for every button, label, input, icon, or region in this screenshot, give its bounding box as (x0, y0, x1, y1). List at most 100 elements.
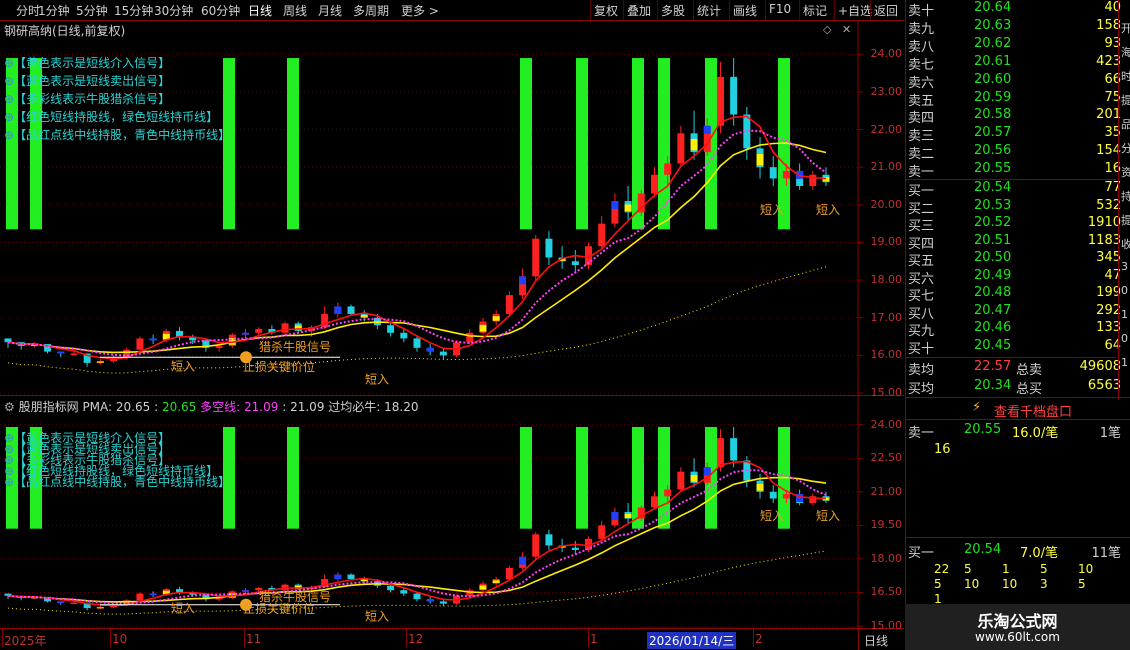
ask-level[interactable]: 卖九 20.63 158 (906, 18, 1130, 37)
top-sell-mark (241, 332, 249, 335)
ask-level[interactable]: 卖二 20.56 154 (906, 143, 1130, 162)
toolbar-action-2[interactable]: 多股 (661, 2, 685, 19)
top-candle (387, 325, 395, 333)
level-price: 20.63 (974, 17, 1012, 33)
period-tab-7[interactable]: 周线 (283, 2, 307, 19)
top-signal-bar (576, 58, 588, 230)
period-tab-9[interactable]: 多周期 (353, 2, 389, 19)
bid-level[interactable]: 买六 20.49 47 (906, 268, 1130, 287)
top-legend-note: ⊕【品红点线中线持股，青色中线持币线】 (4, 128, 231, 142)
indicator-pane[interactable]: ⚙ 股朋指标网 PMA: 20.65 : 20.65 多空线: 21.09 : … (0, 396, 904, 632)
bid-level[interactable]: 买九 20.46 133 (906, 320, 1130, 339)
ask-level[interactable]: 卖五 20.59 75 (906, 90, 1130, 109)
b1-queue-cell: 22 (934, 562, 950, 576)
ask-level[interactable]: 卖四 20.58 201 (906, 107, 1130, 126)
side-text: 1 (1121, 356, 1128, 369)
level-label: 卖六 (908, 75, 935, 91)
bot-signal-bar (576, 426, 588, 529)
ask-level[interactable]: 卖一 20.55 16 (906, 161, 1130, 180)
date-axis-label: 2026/01/14/三 (647, 632, 737, 649)
period-tab-5[interactable]: 60分钟 (201, 2, 240, 19)
ask-level[interactable]: 卖三 20.57 35 (906, 125, 1130, 144)
bid-level[interactable]: 买五 20.50 345 (906, 250, 1130, 269)
side-text: 品 (1121, 118, 1130, 131)
bot-legend-note: ⊕【品红点线中线持股，青色中线持币线】 (4, 475, 231, 489)
toolbar-action-6[interactable]: 标记 (803, 2, 827, 19)
bot-candle (347, 574, 355, 580)
top-legend-note: ⊕【黄色表示是短线介入信号】 (4, 56, 171, 70)
top-candle (769, 167, 777, 179)
ask-level[interactable]: 卖七 20.61 423 (906, 54, 1130, 73)
top-candle (255, 329, 263, 333)
level-label: 买六 (908, 271, 935, 287)
period-tab-0[interactable]: 分时 (16, 2, 40, 19)
top-buy-mark (690, 138, 698, 151)
bot-candle (400, 590, 408, 594)
top-duanru-label: 短入 (760, 203, 784, 217)
bot-stop-label: 止损关键价位 (243, 601, 315, 616)
bot-candle (598, 525, 606, 539)
level-price: 20.59 (974, 89, 1012, 105)
top-candle (545, 238, 553, 258)
level-price: 20.52 (974, 215, 1012, 230)
bot-candle (545, 534, 553, 546)
bid-level[interactable]: 买二 20.53 532 (906, 198, 1130, 217)
bid-level[interactable]: 买十 20.45 64 (906, 338, 1130, 357)
ask-level[interactable]: 卖八 20.62 93 (906, 36, 1130, 55)
level-price: 20.46 (974, 320, 1012, 335)
side-text: 持 (1121, 190, 1130, 203)
period-tab-10[interactable]: 更多 > (401, 2, 439, 19)
b1-queue-cell: 10 (1078, 562, 1094, 576)
bot-signal-bar (287, 426, 299, 529)
toolbar-action-1[interactable]: 叠加 (627, 2, 651, 19)
bot-duanru-label: 短入 (816, 509, 840, 523)
top-axis-tick: 23.00 (870, 84, 903, 98)
bot-sell-mark (519, 556, 527, 565)
level-price: 20.62 (974, 35, 1012, 51)
period-tab-1[interactable]: 1分钟 (38, 2, 70, 19)
bot-candle (70, 602, 78, 605)
side-text: 时 (1121, 70, 1130, 83)
bid-level[interactable]: 买三 20.52 1910 (906, 215, 1130, 234)
period-tab-6[interactable]: 日线 (248, 2, 272, 19)
period-tab-8[interactable]: 月线 (318, 2, 342, 19)
period-indicator[interactable]: 日线 (864, 632, 888, 649)
order-book: 卖十 20.64 40 卖九 20.63 158 卖八 20.62 93 卖七 20.61 423 卖六… (905, 0, 1130, 650)
top-signal-bar (520, 58, 532, 230)
bot-sell-mark (57, 601, 65, 603)
bot-axis-tick: 22.50 (870, 451, 903, 465)
ask-level[interactable]: 卖十 20.64 40 (906, 0, 1130, 19)
toolbar-action-4[interactable]: 画线 (733, 2, 757, 19)
bot-candle (716, 438, 724, 468)
date-axis-label: 10 (112, 632, 128, 646)
period-tab-4[interactable]: 30分钟 (154, 2, 193, 19)
date-axis-label: 12 (408, 632, 424, 646)
bot-duanru-label: 短入 (171, 602, 195, 616)
watermark-logo: 乐淘公式网 www.60lt.com (905, 604, 1130, 650)
toolbar-action-7[interactable]: +自选 (838, 2, 872, 19)
toolbar-action-5[interactable]: F10 (769, 2, 791, 16)
bot-candle (664, 489, 672, 497)
bot-candle (571, 547, 579, 550)
level-price: 20.58 (974, 107, 1012, 123)
depth-button[interactable]: 查看千档盘口 (994, 401, 1072, 420)
toolbar-action-3[interactable]: 统计 (697, 2, 721, 19)
main-chart-pane[interactable]: 钢研高纳(日线,前复权) ◇ ✕ 短入 短入 短入 短入 猎杀牛股信号 止损关键价位 ⊕【… (0, 21, 904, 399)
bid-level[interactable]: 买四 20.51 1183 (906, 233, 1130, 252)
bot-sell-mark (426, 599, 434, 602)
level-price: 20.61 (974, 53, 1012, 69)
top-red-line (7, 115, 827, 360)
bid-level[interactable]: 买八 20.47 292 (906, 303, 1130, 322)
ask-level[interactable]: 卖六 20.60 66 (906, 72, 1130, 91)
bid-level[interactable]: 买七 20.48 199 (906, 285, 1130, 304)
toolbar-action-0[interactable]: 复权 (594, 2, 618, 19)
period-tab-2[interactable]: 5分钟 (76, 2, 108, 19)
top-buy-mark (624, 204, 632, 212)
b1-queue-cell: 3 (1040, 577, 1048, 591)
bid-level[interactable]: 买一 20.54 77 (906, 180, 1130, 199)
level-label: 卖三 (908, 129, 935, 145)
period-tab-3[interactable]: 15分钟 (114, 2, 153, 19)
side-text: 开 (1121, 22, 1130, 35)
toolbar-action-8[interactable]: 返回 (874, 2, 898, 19)
level-label: 买九 (908, 324, 935, 339)
